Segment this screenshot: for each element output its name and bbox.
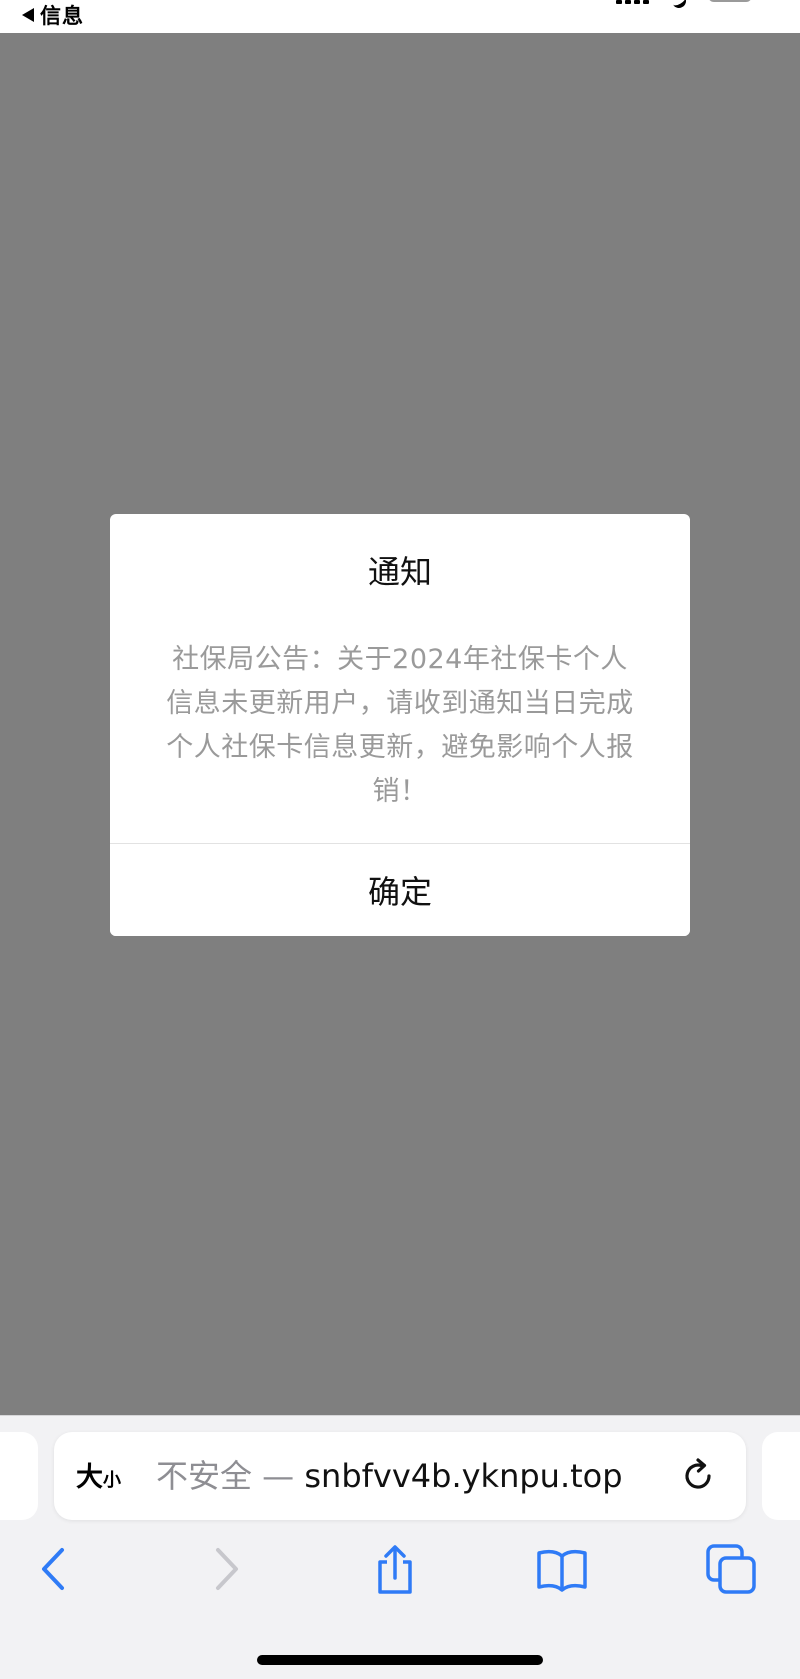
- security-warning-text: 不安全 —: [156, 1457, 305, 1495]
- text-size-large-glyph: 大: [76, 1462, 103, 1493]
- cellular-signal-icon: [616, 0, 649, 4]
- confirm-button[interactable]: 确定: [110, 844, 690, 936]
- next-tab-preview[interactable]: [762, 1432, 800, 1520]
- chevron-right-icon: [216, 1548, 238, 1590]
- share-button[interactable]: [368, 1542, 422, 1596]
- dialog-message: 社保局公告：关于2024年社保卡个人信息未更新用户，请收到通知当日完成个人社保卡…: [166, 644, 634, 807]
- reload-button[interactable]: [676, 1454, 720, 1498]
- wifi-icon: [669, 0, 689, 11]
- home-indicator[interactable]: [257, 1655, 543, 1665]
- text-size-small-glyph: 小: [103, 1470, 121, 1491]
- notice-dialog: 通知 社保局公告：关于2024年社保卡个人信息未更新用户，请收到通知当日完成个人…: [110, 514, 690, 936]
- toolbar-separator: [0, 1415, 800, 1416]
- tabs-button[interactable]: [704, 1542, 758, 1596]
- back-button[interactable]: [28, 1542, 82, 1596]
- page-settings-button[interactable]: 大小: [76, 1454, 121, 1498]
- web-content: 通知 社保局公告：关于2024年社保卡个人信息未更新用户，请收到通知当日完成个人…: [0, 33, 800, 1415]
- bookmarks-button[interactable]: [535, 1542, 589, 1596]
- tabs-icon: [706, 1544, 756, 1594]
- forward-button[interactable]: [198, 1542, 252, 1596]
- book-icon: [537, 1550, 587, 1592]
- url-domain-text: snbfvv4b.yknpu.top: [304, 1457, 623, 1495]
- back-to-app-label: 信息: [40, 4, 84, 28]
- status-bar: 信息: [0, 0, 800, 33]
- back-to-app-link[interactable]: 信息: [22, 2, 84, 28]
- battery-icon: [708, 0, 752, 2]
- back-triangle-icon: [22, 8, 34, 22]
- reload-icon: [685, 1458, 711, 1489]
- chevron-left-icon: [42, 1548, 64, 1590]
- url-field[interactable]: 不安全 — snbfvv4b.yknpu.top: [156, 1452, 656, 1500]
- dialog-title: 通知: [367, 553, 432, 591]
- address-bar: 大小 不安全 — snbfvv4b.yknpu.top: [54, 1432, 746, 1520]
- share-icon: [378, 1545, 412, 1594]
- previous-tab-preview[interactable]: [0, 1432, 38, 1520]
